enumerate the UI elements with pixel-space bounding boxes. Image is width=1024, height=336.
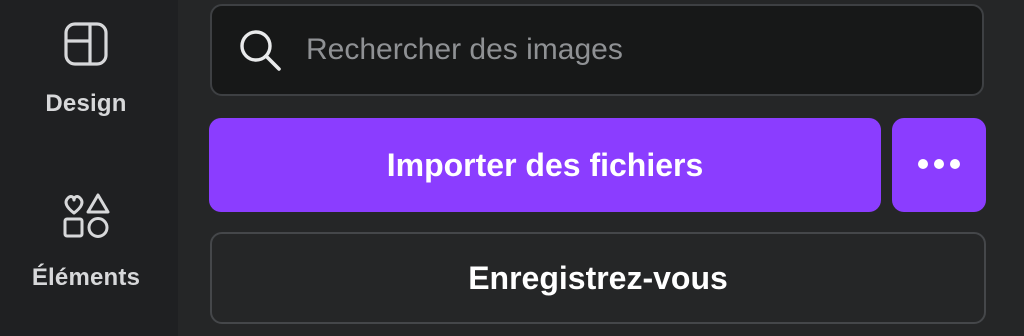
sidebar-item-elements[interactable]: Éléments — [0, 192, 172, 292]
sidebar-item-label: Éléments — [31, 264, 141, 291]
register-button[interactable]: Enregistrez-vous — [210, 232, 986, 324]
shapes-icon — [62, 192, 110, 240]
sidebar-item-design[interactable]: Design — [0, 20, 172, 118]
layout-icon — [62, 20, 110, 68]
more-icon — [917, 158, 961, 173]
sidebar: Design Éléments — [0, 0, 178, 336]
more-options-button[interactable] — [892, 118, 986, 212]
search-box[interactable] — [210, 4, 984, 96]
sidebar-item-label: Design — [45, 90, 127, 117]
app-root: Design Éléments Rechercher des images Im… — [0, 0, 1024, 336]
import-files-button[interactable]: Importer des fichiers — [209, 118, 881, 212]
search-icon — [234, 24, 286, 76]
search-input[interactable] — [304, 19, 962, 81]
